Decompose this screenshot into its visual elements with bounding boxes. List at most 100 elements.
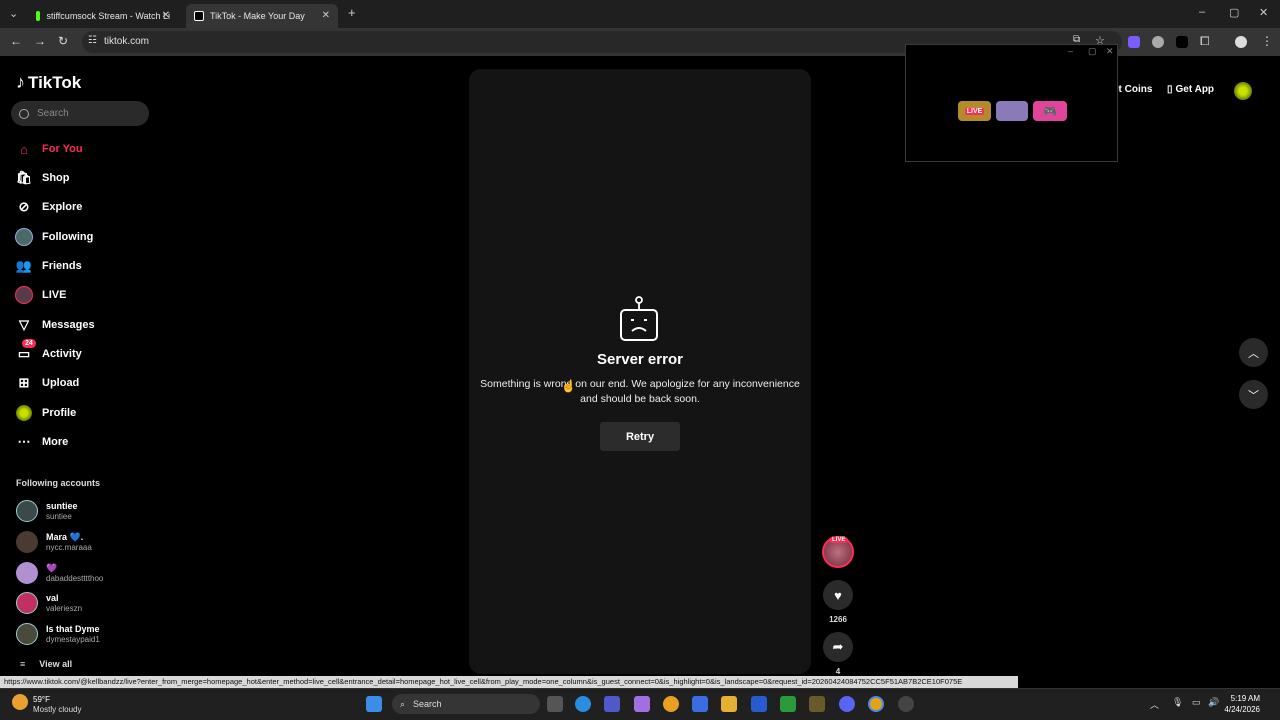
get-coins-button[interactable]: et Coins	[1113, 84, 1152, 95]
popup-maximize-icon[interactable]: ▢	[1088, 46, 1097, 57]
reload-icon[interactable]: ↻	[58, 34, 68, 48]
sad-robot-icon	[620, 296, 658, 341]
window-close-icon[interactable]: ✕	[1259, 6, 1268, 19]
popup-minimize-icon[interactable]: –	[1068, 46, 1073, 56]
chrome-active-icon[interactable]	[868, 696, 884, 712]
nav-profile[interactable]: Profile	[14, 402, 76, 424]
browser-menu-icon[interactable]: ⋮	[1261, 34, 1273, 48]
nav-upload[interactable]: ⊞ Upload	[14, 372, 80, 394]
search-placeholder: Search	[37, 108, 69, 119]
cloud-extension-icon[interactable]	[1152, 36, 1164, 48]
url-text[interactable]: tiktok.com	[104, 36, 149, 47]
microphone-icon[interactable]: 🎙	[1172, 697, 1183, 708]
shopping-bag-icon: 🛍	[15, 170, 33, 185]
xbox-icon[interactable]	[780, 696, 796, 712]
profile-avatar-icon[interactable]	[1235, 36, 1247, 48]
discord-taskbar-icon[interactable]	[839, 696, 855, 712]
chrome-icon[interactable]	[663, 696, 679, 712]
popup-thumb[interactable]	[996, 101, 1028, 121]
extension-icon[interactable]	[1128, 36, 1140, 48]
nav-live[interactable]: LIVE	[14, 284, 66, 306]
weather-icon[interactable]	[12, 694, 28, 710]
more-dots-icon: ⋯	[17, 434, 31, 449]
share-count: 4	[835, 667, 841, 676]
tab-list-chevron-icon[interactable]: ⌄	[9, 7, 18, 20]
edge-icon[interactable]	[575, 696, 591, 712]
get-app-label: Get App	[1175, 84, 1215, 95]
account-name: val	[46, 592, 59, 603]
teams-icon[interactable]	[604, 696, 620, 712]
avatar	[16, 531, 38, 553]
tab-close-icon[interactable]: ✕	[162, 10, 170, 21]
network-icon[interactable]: ▭	[1192, 697, 1201, 708]
site-info-icon[interactable]: ☷	[88, 35, 97, 46]
kick-favicon-icon	[36, 11, 41, 21]
activity-icon: ▭ 24	[14, 339, 36, 364]
nav-activity[interactable]: ▭ 24 Activity	[14, 339, 82, 365]
profile-avatar[interactable]	[1234, 82, 1252, 100]
list-icon: ≡	[20, 659, 26, 669]
windows-start-icon[interactable]	[366, 696, 382, 712]
scroll-down-button[interactable]: ﹀	[1239, 380, 1268, 409]
popup-close-icon[interactable]: ✕	[1106, 46, 1114, 57]
extensions-puzzle-icon[interactable]: ⧠	[1200, 34, 1210, 49]
following-avatar-icon	[14, 227, 34, 247]
task-view-icon[interactable]	[547, 696, 563, 712]
search-input[interactable]: Search	[11, 101, 149, 126]
weather-description[interactable]: Mostly cloudy	[33, 705, 81, 714]
nav-label: Messages	[42, 319, 95, 331]
file-explorer-icon[interactable]	[721, 696, 737, 712]
logo-text: TikTok	[28, 72, 82, 92]
share-button[interactable]: ➦	[823, 632, 853, 662]
new-tab-icon[interactable]: +	[348, 5, 356, 20]
tab-close-icon[interactable]: ✕	[322, 10, 330, 21]
tab-tiktok[interactable]: TikTok - Make Your Day ✕	[186, 4, 338, 28]
get-app-button[interactable]: ▯ Get App	[1167, 84, 1214, 95]
clock-time[interactable]: 5:19 AM	[1220, 694, 1260, 703]
game-app-icon[interactable]	[809, 696, 825, 712]
maximize-icon[interactable]: ▢	[1229, 6, 1239, 19]
nav-messages[interactable]: ▽ Messages	[14, 314, 95, 336]
activity-badge: 24	[22, 339, 36, 348]
nav-explore[interactable]: ⊘ Explore	[14, 196, 83, 218]
tiktok-logo[interactable]: ♪ TikTok	[16, 72, 81, 93]
nav-following[interactable]: Following	[14, 226, 93, 248]
account-username: suntiee	[46, 511, 72, 521]
scroll-up-button[interactable]: ︿	[1239, 338, 1268, 367]
paper-plane-icon: ▽	[19, 317, 29, 332]
account-item[interactable]: Mara 💙. nycc.maraaa	[16, 529, 92, 555]
like-count: 1266	[829, 615, 847, 624]
app-icon[interactable]	[898, 696, 914, 712]
weather-temperature[interactable]: 59°F	[33, 695, 50, 704]
back-icon[interactable]: ←	[10, 34, 22, 48]
mouse-cursor-icon: ☝	[561, 379, 576, 393]
nav-for-you[interactable]: ⌂ For You	[14, 138, 82, 160]
video-card	[469, 69, 811, 674]
nav-shop[interactable]: 🛍 Shop	[14, 167, 70, 189]
view-all-link[interactable]: ≡ View all	[20, 659, 72, 669]
discord-icon[interactable]: 🎮	[1033, 101, 1067, 121]
nav-label: LIVE	[42, 289, 67, 301]
copilot-icon[interactable]	[634, 696, 650, 712]
taskbar-search[interactable]: ⌕ Search	[392, 694, 540, 714]
account-item[interactable]: 💜 dabaddestttthoo	[16, 560, 103, 586]
nav-friends[interactable]: 👥 Friends	[14, 255, 82, 277]
account-item[interactable]: suntiee suntiee	[16, 498, 78, 524]
account-item[interactable]: Is that Dyme dymestaypaid1	[16, 621, 100, 647]
account-username: dabaddestttthoo	[46, 573, 104, 583]
clock-date[interactable]: 4/24/2026	[1210, 705, 1260, 714]
retry-button[interactable]: Retry	[600, 422, 680, 451]
popup-live-thumb[interactable]: LIVE	[958, 101, 991, 121]
friends-icon: 👥	[15, 258, 33, 273]
tab-stream[interactable]: stiffcumsock Stream - Watch Li ✕	[28, 4, 178, 28]
store-icon[interactable]	[692, 696, 708, 712]
like-button[interactable]: ♥	[823, 580, 853, 610]
account-item[interactable]: val valerieszn	[16, 590, 82, 616]
forward-icon[interactable]: →	[34, 34, 46, 48]
tray-chevron-icon[interactable]: ︿	[1150, 698, 1159, 711]
app-c-icon[interactable]	[751, 696, 767, 712]
minimize-icon[interactable]: –	[1199, 6, 1205, 18]
extension-icon[interactable]	[1176, 36, 1188, 48]
account-name: Is that Dyme	[46, 623, 100, 634]
nav-more[interactable]: ⋯ More	[14, 431, 69, 453]
